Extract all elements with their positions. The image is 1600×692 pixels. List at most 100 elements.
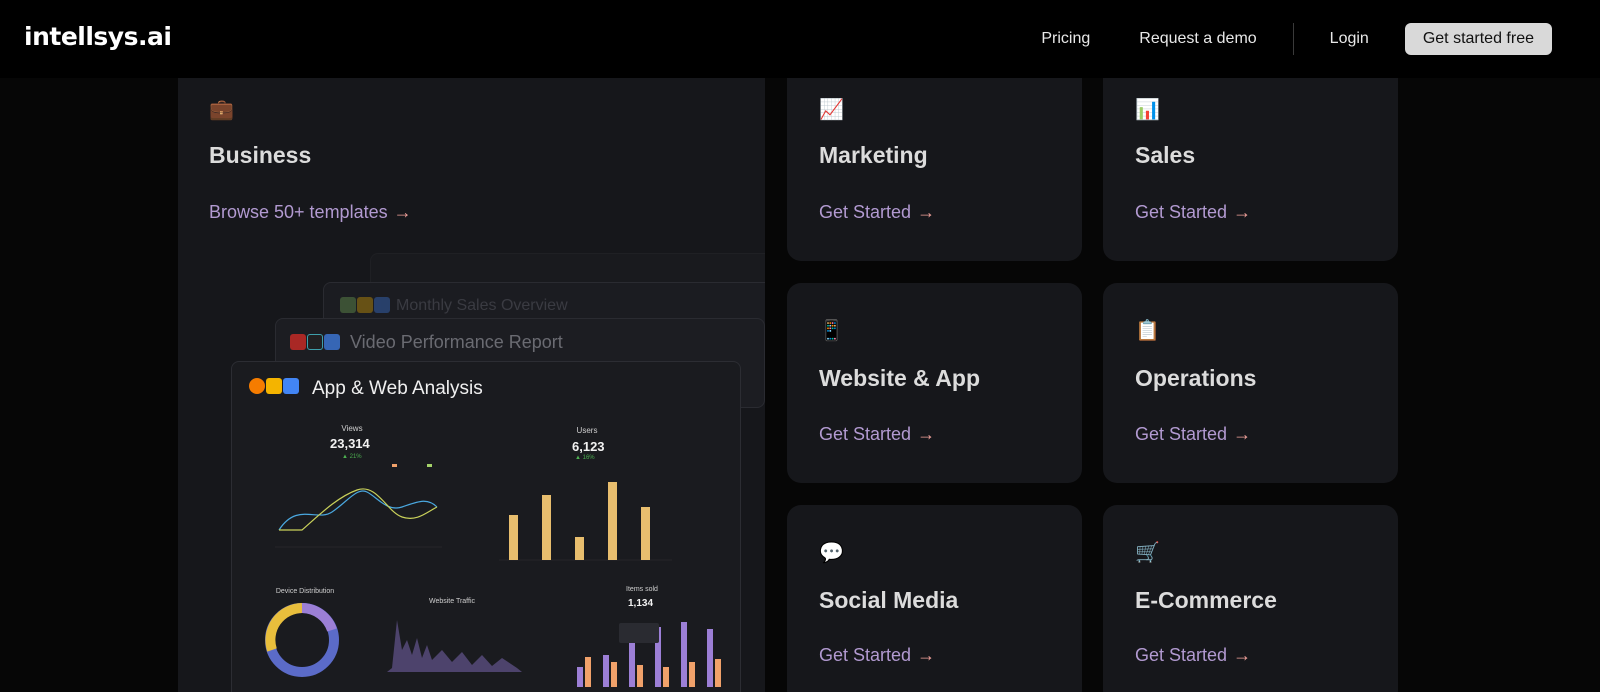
- items-sold-bar-chart: [577, 622, 721, 687]
- nav-divider: [1292, 23, 1294, 55]
- panel-title-video-performance: Video Performance Report: [350, 332, 563, 352]
- youtube-icon: [290, 334, 306, 350]
- arrow-right-icon: →: [917, 424, 936, 444]
- preview-panel-app-web: App & Web Analysis Views 23,314 ▲ 21% Us…: [231, 361, 741, 692]
- nav-request-demo-link[interactable]: Request a demo: [1139, 30, 1256, 48]
- arrow-right-icon: →: [917, 202, 936, 222]
- bar: [542, 495, 551, 560]
- arrow-right-icon: →: [1233, 202, 1252, 222]
- bar: [611, 662, 617, 687]
- card-title: E-Commerce: [1135, 587, 1277, 613]
- social-media-card[interactable]: 💬 Social Media Get Started →: [787, 505, 1082, 692]
- bar: [585, 657, 591, 687]
- bar: [715, 659, 721, 687]
- bar: [707, 629, 713, 687]
- google-ads-icon: [283, 378, 299, 394]
- business-card[interactable]: 💼 Business Browse 50+ templates → Monthly…: [178, 60, 765, 692]
- mobile-phone-icon: 📱: [819, 320, 844, 342]
- tooltip-box: [619, 623, 659, 643]
- get-started-label: Get Started: [819, 645, 912, 665]
- donut-slice: [265, 603, 303, 652]
- series-line-yellow: [279, 488, 438, 531]
- traffic-label: Website Traffic: [428, 598, 476, 605]
- google-ads-icon: [374, 297, 390, 313]
- traffic-area-chart: [387, 620, 522, 672]
- top-nav: intellsys.ai Pricing Request a demo Logi…: [0, 0, 1600, 78]
- bar: [509, 515, 518, 560]
- bar: [629, 642, 635, 687]
- bar: [577, 667, 583, 687]
- get-started-label: Get Started: [1135, 202, 1228, 222]
- google-ads-icon: [324, 334, 340, 350]
- nav-pricing-link[interactable]: Pricing: [1041, 30, 1090, 48]
- shopify-icon: [340, 297, 356, 313]
- clipboard-icon: 📋: [1135, 320, 1160, 342]
- source-icons: [290, 334, 340, 350]
- chart-increasing-icon: 📈: [819, 99, 844, 121]
- users-value: 6,123: [572, 439, 605, 454]
- get-started-link[interactable]: Get Started →: [819, 202, 935, 223]
- card-title: Marketing: [819, 142, 928, 168]
- views-delta: ▲ 21%: [342, 454, 362, 460]
- firebase-icon: [249, 378, 265, 394]
- browse-templates-link[interactable]: Browse 50+ templates →: [209, 202, 412, 223]
- bar-chart-icon: 📊: [1135, 99, 1160, 121]
- get-started-label: Get Started: [1135, 424, 1228, 444]
- analytics-icon: [357, 297, 373, 313]
- bar: [663, 667, 669, 687]
- nav-links: Pricing Request a demo Login Get started…: [1041, 0, 1552, 78]
- bar: [603, 655, 609, 687]
- card-title: Sales: [1135, 142, 1196, 168]
- series-line-blue: [278, 490, 438, 531]
- arrow-right-icon: →: [917, 645, 936, 665]
- get-started-label: Get Started: [819, 202, 912, 222]
- analytics-icon: [266, 378, 282, 394]
- device-label: Device Distribution: [275, 588, 335, 595]
- device-donut-chart: [265, 603, 339, 677]
- marketing-card[interactable]: 📈 Marketing Get Started →: [787, 60, 1082, 261]
- bar: [641, 507, 650, 560]
- legend-swatch: [427, 464, 432, 467]
- bar: [689, 662, 695, 687]
- sales-card[interactable]: 📊 Sales Get Started →: [1103, 60, 1398, 261]
- legend-swatch: [392, 464, 397, 467]
- website-app-card[interactable]: 📱 Website & App Get Started →: [787, 283, 1082, 483]
- traffic-area: [387, 620, 522, 672]
- bar: [608, 482, 617, 560]
- users-delta: ▲ 16%: [575, 455, 595, 461]
- users-bar-chart: [499, 482, 672, 561]
- ecommerce-card[interactable]: 🛒 E-Commerce Get Started →: [1103, 505, 1398, 692]
- bar: [681, 622, 687, 687]
- items-sold-label: Items sold: [626, 586, 658, 593]
- card-title: Website & App: [819, 365, 981, 391]
- get-started-link[interactable]: Get Started →: [1135, 645, 1251, 666]
- business-title: Business: [209, 142, 312, 168]
- card-title: Social Media: [819, 587, 959, 613]
- get-started-link[interactable]: Get Started →: [819, 424, 935, 445]
- views-label: Views: [341, 424, 363, 433]
- briefcase-icon: 💼: [209, 99, 234, 121]
- donut-slice: [301, 603, 337, 632]
- source-icons: [340, 297, 390, 313]
- arrow-right-icon: →: [393, 202, 412, 222]
- arrow-right-icon: →: [1233, 645, 1252, 665]
- shopping-cart-icon: 🛒: [1135, 542, 1160, 564]
- get-started-link[interactable]: Get Started →: [1135, 202, 1251, 223]
- items-sold-value: 1,134: [628, 598, 654, 609]
- bar: [575, 537, 584, 560]
- tiktok-icon: [307, 334, 323, 350]
- get-started-link[interactable]: Get Started →: [819, 645, 935, 666]
- views-value: 23,314: [330, 436, 370, 451]
- get-started-free-button[interactable]: Get started free: [1404, 23, 1552, 55]
- get-started-label: Get Started: [1135, 645, 1228, 665]
- operations-card[interactable]: 📋 Operations Get Started →: [1103, 283, 1398, 483]
- source-icons: [249, 378, 299, 394]
- get-started-link[interactable]: Get Started →: [1135, 424, 1251, 445]
- nav-login-link[interactable]: Login: [1330, 30, 1369, 48]
- bar: [637, 665, 643, 687]
- browse-templates-label: Browse 50+ templates: [209, 202, 388, 222]
- arrow-right-icon: →: [1233, 424, 1252, 444]
- speech-bubble-icon: 💬: [819, 542, 844, 564]
- logo[interactable]: intellsys.ai: [24, 22, 172, 51]
- users-label: Users: [576, 426, 598, 435]
